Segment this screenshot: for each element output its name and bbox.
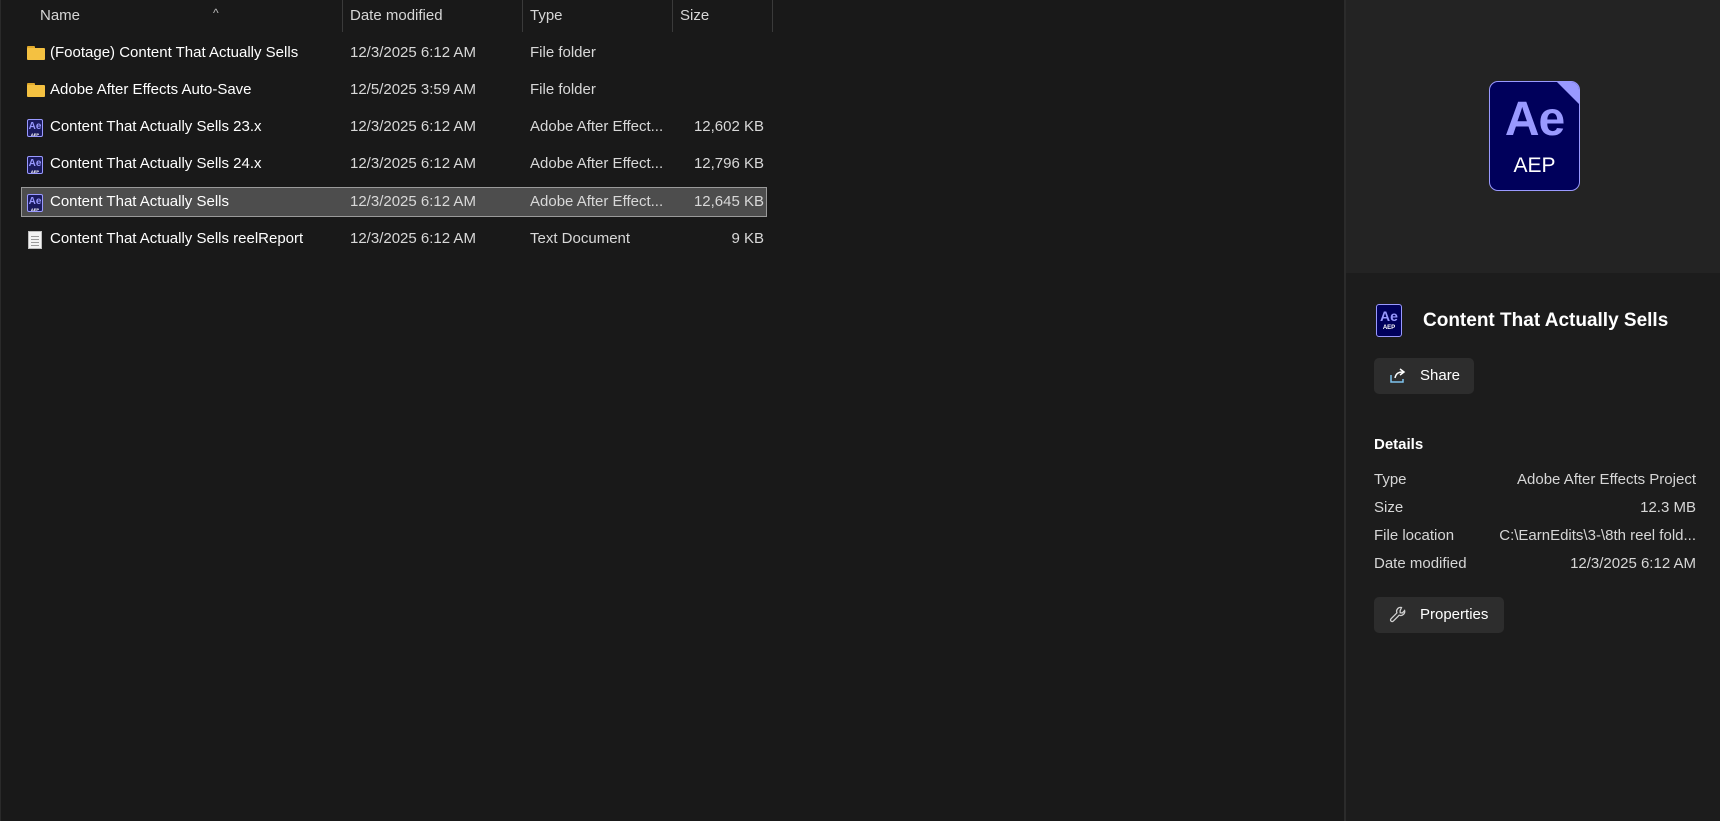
column-header-name[interactable]: ^ Name [33, 0, 342, 32]
file-list: ^ Name Date modified Type Size (Footage)… [0, 0, 1344, 821]
file-type: Text Document [530, 230, 631, 247]
file-row[interactable]: Content That Actually Sells reelReport 1… [21, 224, 767, 254]
after-effects-file-icon: Ae AEP [1376, 304, 1402, 337]
column-header-date-label: Date modified [350, 7, 443, 24]
file-row[interactable]: Ae AEP Content That Actually Sells 23.x 1… [21, 112, 767, 142]
column-header-type-label: Type [530, 7, 563, 24]
selected-file-title: Content That Actually Sells [1423, 310, 1669, 331]
file-row[interactable]: (Footage) Content That Actually Sells 12… [21, 38, 767, 68]
column-header-name-label: Name [40, 7, 81, 24]
sort-ascending-icon: ^ [213, 6, 219, 20]
title-icon-ext: AEP [1382, 325, 1396, 331]
file-preview: Ae AEP [1346, 0, 1720, 273]
file-name: Content That Actually Sells reelReport [50, 230, 304, 247]
detail-row-date-modified: Date modified 12/3/2025 6:12 AM [1374, 555, 1696, 579]
file-type: File folder [530, 81, 596, 98]
detail-value[interactable]: C:\EarnEdits\3-\8th reel fold... [1499, 527, 1696, 544]
column-header-type[interactable]: Type [522, 0, 672, 32]
file-name: Content That Actually Sells [50, 193, 229, 210]
file-type: Adobe After Effect... [530, 193, 664, 210]
column-header-date[interactable]: Date modified [342, 0, 522, 32]
detail-value: 12.3 MB [1640, 499, 1696, 516]
file-size [672, 76, 764, 104]
ae-icon-label: Ae [28, 121, 42, 132]
after-effects-file-icon: Ae AEP [27, 156, 45, 174]
detail-key: Date modified [1374, 555, 1467, 572]
file-row[interactable]: Adobe After Effects Auto-Save 12/5/2025 … [21, 75, 767, 105]
file-type: Adobe After Effect... [530, 118, 664, 135]
detail-value: 12/3/2025 6:12 AM [1570, 555, 1696, 572]
properties-label: Properties [1420, 606, 1489, 623]
file-date: 12/3/2025 6:12 AM [350, 155, 476, 172]
file-row[interactable]: Ae AEP Content That Actually Sells 24.x 1… [21, 149, 767, 179]
details-section-title: Details [1374, 436, 1424, 453]
column-header: ^ Name Date modified Type Size [1, 0, 773, 32]
detail-value: Adobe After Effects Project [1517, 471, 1696, 488]
after-effects-file-icon: Ae AEP [27, 119, 45, 137]
after-effects-file-icon: Ae AEP [27, 194, 45, 212]
share-label: Share [1420, 367, 1461, 384]
text-document-icon [27, 231, 45, 249]
ae-icon-label: Ae [28, 196, 42, 207]
detail-key: Type [1374, 471, 1407, 488]
column-header-size-label: Size [680, 7, 710, 24]
file-type: Adobe After Effect... [530, 155, 664, 172]
detail-row-location: File location C:\EarnEdits\3-\8th reel f… [1374, 527, 1696, 551]
detail-row-type: Type Adobe After Effects Project [1374, 471, 1696, 495]
file-name: (Footage) Content That Actually Sells [50, 44, 299, 61]
file-size: 9 KB [731, 230, 764, 247]
file-size: 12,645 KB [693, 193, 764, 210]
share-icon [1390, 368, 1406, 383]
file-date: 12/3/2025 6:12 AM [350, 44, 476, 61]
file-size: 12,602 KB [693, 118, 764, 135]
properties-button[interactable]: Properties [1374, 597, 1504, 633]
file-size [672, 39, 764, 67]
file-size: 12,796 KB [693, 155, 764, 172]
ae-icon-ext: AEP [30, 132, 40, 137]
detail-key: File location [1374, 527, 1455, 544]
folder-icon [27, 45, 45, 63]
ae-icon-ext: AEP [30, 207, 40, 212]
ae-icon-label: Ae [28, 158, 42, 169]
wrench-icon [1389, 606, 1406, 623]
folder-icon [27, 82, 45, 100]
preview-icon-ext: AEP [1513, 154, 1556, 177]
share-button[interactable]: Share [1374, 358, 1474, 394]
file-type: File folder [530, 44, 596, 61]
detail-key: Size [1374, 499, 1404, 516]
preview-icon-label: Ae [1504, 93, 1565, 146]
file-row-selected[interactable]: Ae AEP Content That Actually Sells 12/3/2… [21, 187, 767, 217]
file-date: 12/3/2025 6:12 AM [350, 193, 476, 210]
file-explorer-window: ^ Name Date modified Type Size (Footage)… [0, 0, 1720, 821]
column-header-size[interactable]: Size [672, 0, 773, 32]
details-pane: Ae AEP Ae AEP Content That Actually Sell… [1346, 0, 1720, 821]
ae-icon-ext: AEP [30, 169, 40, 174]
details-title-row: Ae AEP Content That Actually Sells [1376, 304, 1706, 338]
detail-row-size: Size 12.3 MB [1374, 499, 1696, 523]
file-date: 12/3/2025 6:12 AM [350, 230, 476, 247]
file-name: Content That Actually Sells 23.x [50, 118, 262, 135]
file-name: Content That Actually Sells 24.x [50, 155, 262, 172]
file-name: Adobe After Effects Auto-Save [50, 81, 252, 98]
title-icon-label: Ae [1380, 308, 1398, 324]
file-date: 12/5/2025 3:59 AM [350, 81, 476, 98]
after-effects-project-icon: Ae AEP [1489, 81, 1580, 191]
file-date: 12/3/2025 6:12 AM [350, 118, 476, 135]
